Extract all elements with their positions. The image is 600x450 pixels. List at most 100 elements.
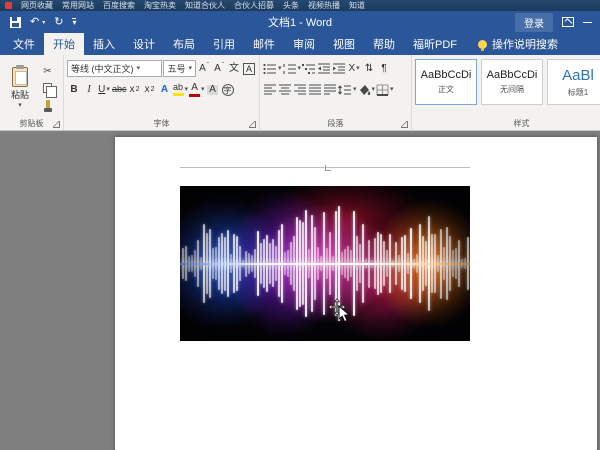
copy-glyph [43, 83, 52, 93]
justify-button[interactable] [308, 81, 322, 98]
highlight-color-button[interactable]: ab▾ [173, 81, 189, 98]
font-group-label: 字体 [64, 118, 259, 129]
caret-up-icon: ˆ [207, 63, 209, 69]
bullets-button[interactable]: ▾ [263, 60, 282, 77]
browser-strip-item[interactable]: 知道 [349, 0, 365, 11]
chevron-down-icon: ▾ [188, 65, 192, 72]
align-left-button[interactable] [263, 81, 277, 98]
font-group: 等线 (中文正文) ▾ 五号 ▾ Aˆ Aˇ 文 A B I U▾ abc x2… [64, 55, 260, 130]
brush-glyph [46, 100, 50, 108]
text-effects-button[interactable]: A [158, 81, 172, 98]
caret-down-icon: ˇ [222, 63, 224, 69]
lightbulb-icon [478, 40, 487, 49]
pointer-arrow-icon [338, 305, 350, 323]
paste-button[interactable]: 粘贴 ▾ [3, 58, 37, 117]
highlight-color-bar [173, 93, 184, 96]
copy-icon[interactable] [40, 81, 55, 94]
browser-strip-item[interactable]: 百度搜索 [103, 0, 135, 11]
sign-in-button[interactable]: 登录 [515, 13, 553, 32]
tab-mailings[interactable]: 邮件 [244, 33, 284, 55]
enclose-characters-button[interactable]: 字 [221, 81, 235, 98]
tab-home[interactable]: 开始 [44, 33, 84, 55]
save-icon[interactable] [10, 17, 21, 28]
customize-quick-access-icon[interactable]: ▾ [72, 18, 76, 26]
tab-layout[interactable]: 布局 [164, 33, 204, 55]
undo-icon[interactable]: ↶ [30, 17, 39, 28]
redo-icon[interactable]: ↻ [54, 17, 63, 28]
borders-button[interactable]: ▾ [376, 81, 394, 98]
shrink-font-button[interactable]: Aˇ [212, 60, 226, 77]
style-normal[interactable]: AaBbCcDi 正文 [415, 59, 477, 105]
style-heading-1[interactable]: AaBl 标题1 [547, 59, 600, 105]
browser-strip-item[interactable]: 视频热播 [308, 0, 340, 11]
paragraph-dialog-launcher-icon[interactable] [401, 121, 408, 128]
clipboard-dialog-launcher-icon[interactable] [53, 121, 60, 128]
browser-strip-item[interactable]: 知道合伙人 [185, 0, 225, 11]
line-spacing-button[interactable]: ▾ [338, 81, 357, 98]
align-center-button[interactable] [278, 81, 292, 98]
show-hide-marks-button[interactable]: ¶ [377, 60, 391, 77]
strikethrough-button[interactable]: abc [112, 81, 127, 98]
undo-chevron-icon[interactable]: ▾ [42, 19, 45, 26]
image-top-guide [180, 167, 470, 168]
bold-button[interactable]: B [67, 81, 81, 98]
shading-button[interactable]: ▾ [358, 81, 376, 98]
paste-label: 粘贴 [11, 88, 29, 101]
image-vignette [180, 186, 470, 341]
tab-insert[interactable]: 插入 [84, 33, 124, 55]
chevron-down-icon: ▾ [106, 86, 110, 93]
quick-access-toolbar: ↶ ▾ ↻ ▾ [0, 17, 76, 28]
chevron-down-icon: ▾ [18, 102, 22, 109]
ribbon-display-options-icon[interactable] [562, 17, 574, 27]
minimize-icon[interactable] [583, 22, 592, 23]
align-right-button[interactable] [293, 81, 307, 98]
font-color-button[interactable]: A▾ [189, 81, 205, 98]
browser-strip-item[interactable]: 合伙人招募 [234, 0, 274, 11]
tab-design[interactable]: 设计 [124, 33, 164, 55]
font-name-value: 等线 (中文正文) [71, 62, 134, 75]
decrease-indent-button[interactable] [317, 60, 331, 77]
superscript-button[interactable]: x2 [143, 81, 157, 98]
font-name-select[interactable]: 等线 (中文正文) ▾ [67, 60, 162, 77]
underline-button[interactable]: U▾ [97, 81, 111, 98]
browser-strip-item[interactable]: 淘宝热卖 [144, 0, 176, 11]
tab-view[interactable]: 视图 [324, 33, 364, 55]
sort-button[interactable]: ⇅ [362, 60, 376, 77]
tab-file[interactable]: 文件 [4, 33, 44, 55]
numbering-button[interactable]: ▾ [283, 60, 302, 77]
font-size-select[interactable]: 五号 ▾ [163, 60, 196, 77]
audio-waveform-image[interactable] [180, 186, 470, 341]
character-border-button[interactable]: A [242, 60, 256, 77]
document-area[interactable] [0, 131, 600, 450]
character-shading-button[interactable]: A [206, 81, 220, 98]
asian-layout-button[interactable]: X▾ [347, 60, 361, 77]
tab-references[interactable]: 引用 [204, 33, 244, 55]
browser-strip-item[interactable]: 网页收藏 [21, 0, 53, 11]
browser-strip-item[interactable]: 常用网站 [62, 0, 94, 11]
subscript-button[interactable]: x2 [128, 81, 142, 98]
cut-icon[interactable]: ✂ [40, 65, 55, 78]
style-no-spacing[interactable]: AaBbCcDi 无间隔 [481, 59, 543, 105]
format-painter-icon[interactable] [40, 97, 55, 110]
tab-help[interactable]: 帮助 [364, 33, 404, 55]
tab-review[interactable]: 审阅 [284, 33, 324, 55]
tab-foxit-pdf[interactable]: 福昕PDF [404, 33, 466, 55]
multilevel-list-button[interactable] [302, 60, 316, 77]
chevron-down-icon: ▾ [353, 86, 357, 93]
chevron-down-icon: ▾ [185, 86, 189, 93]
ribbon-tab-bar: 文件 开始 插入 设计 布局 引用 邮件 审阅 视图 帮助 福昕PDF 操作说明… [0, 33, 600, 55]
chevron-down-icon: ▾ [390, 86, 394, 93]
grow-font-button[interactable]: Aˆ [197, 60, 211, 77]
title-bar-controls: 登录 [515, 13, 600, 32]
font-size-value: 五号 [167, 62, 185, 75]
document-page[interactable] [115, 137, 597, 450]
browser-strip-item[interactable]: 头条 [283, 0, 299, 11]
increase-indent-button[interactable] [332, 60, 346, 77]
browser-tab-strip: 网页收藏 常用网站 百度搜索 淘宝热卖 知道合伙人 合伙人招募 头条 视频热播 … [0, 0, 600, 11]
font-dialog-launcher-icon[interactable] [249, 121, 256, 128]
phonetic-guide-button[interactable]: 文 [227, 60, 241, 77]
font-color-bar [189, 94, 200, 97]
tell-me-search[interactable]: 操作说明搜索 [478, 33, 558, 55]
distribute-button[interactable] [323, 81, 337, 98]
italic-button[interactable]: I [82, 81, 96, 98]
